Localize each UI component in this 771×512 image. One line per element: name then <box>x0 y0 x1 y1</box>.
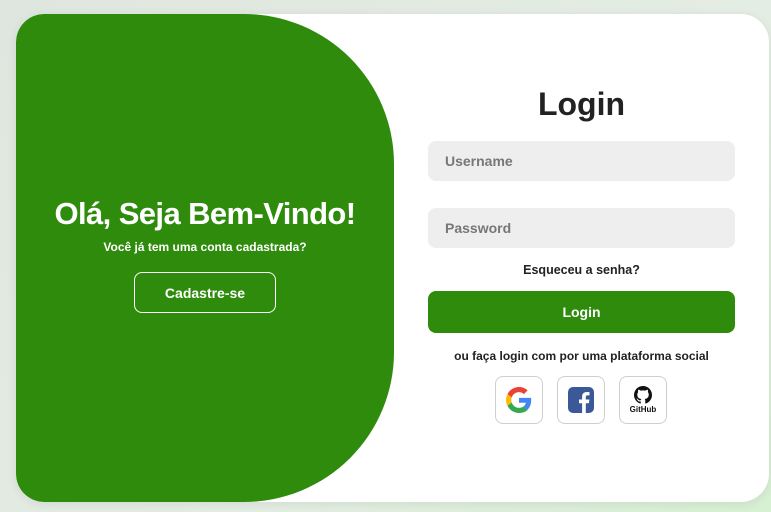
login-title: Login <box>537 86 626 122</box>
social-login-text: ou faça login com por uma plataforma soc… <box>454 349 709 363</box>
github-login-button[interactable]: GitHub <box>619 376 667 424</box>
google-login-button[interactable] <box>495 376 543 424</box>
login-card: Olá, Seja Bem-Vindo! Você já tem uma con… <box>16 14 769 502</box>
forgot-password-link[interactable]: Esqueceu a senha? <box>428 263 735 277</box>
google-icon <box>506 387 532 413</box>
password-input[interactable] <box>428 208 735 248</box>
login-form: Login Esqueceu a senha? Login ou faça lo… <box>428 14 735 502</box>
login-button[interactable]: Login <box>428 291 735 333</box>
social-login-row: GitHub <box>495 376 668 424</box>
username-input[interactable] <box>428 141 735 181</box>
register-button[interactable]: Cadastre-se <box>134 272 276 313</box>
github-label: GitHub <box>629 405 657 414</box>
github-icon <box>633 386 652 404</box>
facebook-login-button[interactable] <box>557 376 605 424</box>
facebook-icon <box>568 387 594 413</box>
welcome-title: Olá, Seja Bem-Vindo! <box>54 196 357 231</box>
welcome-subtitle: Você já tem uma conta cadastrada? <box>103 240 307 254</box>
welcome-panel: Olá, Seja Bem-Vindo! Você já tem uma con… <box>16 14 394 502</box>
github-logo: GitHub <box>629 386 657 414</box>
